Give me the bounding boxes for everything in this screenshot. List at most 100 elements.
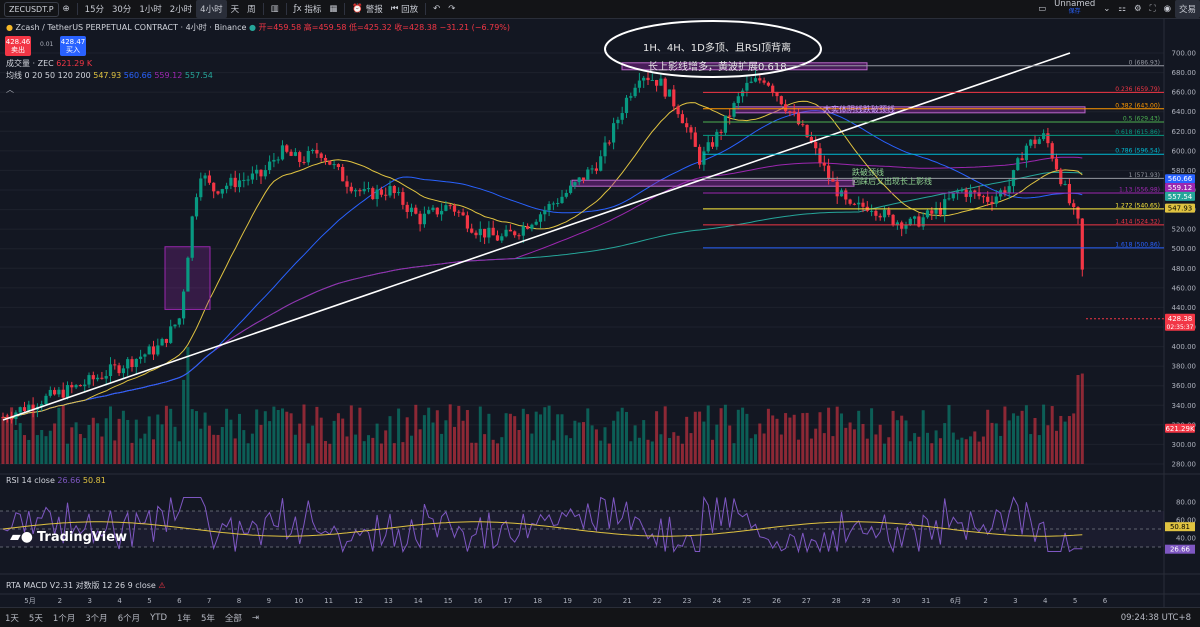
candle-body (577, 177, 581, 183)
alert-button[interactable]: ⏰ 警报 (348, 0, 386, 18)
volume-bar (551, 440, 555, 464)
interval-1d[interactable]: 天 (227, 0, 244, 18)
indicators-button[interactable]: ƒx 指标 (290, 0, 326, 18)
volume-bar (900, 415, 904, 464)
volume-bar (1050, 406, 1054, 464)
candle-body (272, 159, 276, 162)
candle-body (629, 96, 633, 98)
candle-body (285, 145, 289, 152)
volume-bar (87, 424, 91, 464)
volume-bar (1037, 435, 1041, 464)
symbol-title[interactable]: Zcash / TetherUS PERPETUAL CONTRACT · 4小… (16, 23, 247, 32)
redo-icon[interactable]: ↷ (444, 0, 459, 18)
fib-level-label: 1.13 (556.98) (1119, 186, 1160, 193)
volume-bar (48, 430, 52, 464)
volume-bar (805, 412, 809, 464)
interval-1w[interactable]: 周 (243, 0, 260, 18)
templates-icon[interactable]: ▦ (325, 0, 341, 18)
chart-canvas[interactable]: 0 (686.93) 0.236 (659.79) 0.382 (643.00) 0.… (0, 19, 1200, 607)
candle-body (229, 177, 233, 186)
volume-bar (857, 410, 861, 464)
volume-bar (1063, 421, 1067, 464)
add-symbol-icon[interactable]: ⊕ (59, 0, 74, 18)
replay-button[interactable]: ⏮ 回放 (387, 0, 422, 18)
candle-body (538, 214, 543, 222)
volume-bar (259, 424, 263, 464)
layout-name-button[interactable]: Unnamed 保存 (1050, 0, 1099, 18)
candle-body (1020, 158, 1024, 161)
visibility-icon[interactable]: ● (249, 23, 256, 32)
candle-body (594, 168, 598, 171)
candle-body (784, 104, 788, 112)
candle-body (693, 132, 697, 147)
interval-2h[interactable]: 2小时 (166, 0, 196, 18)
candle-body (431, 207, 435, 211)
volume-bar (358, 407, 362, 464)
symbol-search-button[interactable]: ZECUSDT.P (4, 1, 59, 17)
candle-body (427, 210, 431, 214)
snapshot-icon[interactable]: ◉ (1160, 0, 1175, 18)
volume-bar (685, 416, 689, 464)
undo-icon[interactable]: ↶ (429, 0, 444, 18)
range-5y[interactable]: 5年 (196, 612, 220, 624)
interval-4h[interactable]: 4小时 (196, 0, 227, 18)
sell-button[interactable]: 428.46 卖出 (5, 36, 31, 56)
range-3m[interactable]: 3个月 (80, 612, 112, 624)
volume-bar (926, 432, 929, 464)
candle-type-icon[interactable]: ▥ (267, 0, 283, 18)
time-axis-label: 4 (117, 597, 122, 605)
candle-body (612, 123, 616, 143)
volume-bar (672, 432, 676, 464)
candle-body (624, 97, 629, 114)
volume-bar (315, 406, 319, 464)
volume-bar (1024, 405, 1028, 464)
interval-1h[interactable]: 1小时 (135, 0, 165, 18)
candle-body (775, 92, 779, 97)
volume-bar (603, 427, 607, 464)
volume-bar (453, 426, 456, 464)
range-1y[interactable]: 1年 (172, 612, 196, 624)
volume-bar (590, 425, 594, 464)
macd-label: RTA MACD V2.31 对数版 12 26 9 close (6, 581, 156, 590)
settings-icon[interactable]: ⚙ (1130, 0, 1146, 18)
time-axis-label: 4 (1043, 597, 1048, 605)
divider (76, 3, 78, 15)
range-5d[interactable]: 5天 (24, 612, 48, 624)
volume-bar (96, 423, 100, 464)
legend-collapse-icon[interactable]: ︿ (6, 84, 14, 95)
volume-bar (27, 439, 31, 464)
volume-bar (61, 405, 65, 464)
candle-body (332, 164, 336, 166)
object-tree-icon[interactable]: ⚏ (1114, 0, 1130, 18)
fullscreen-icon[interactable]: ⛶ (1146, 0, 1160, 18)
layout-icon[interactable]: ▭ (1034, 0, 1050, 18)
volume-bar (457, 405, 461, 464)
candle-body (960, 189, 964, 192)
interval-30m[interactable]: 30分 (108, 0, 135, 18)
candle-body (633, 87, 637, 97)
buy-button[interactable]: 428.47 买入 (60, 36, 86, 56)
volume-bar (474, 442, 478, 464)
chart-area[interactable]: 0 (686.93) 0.236 (659.79) 0.382 (643.00) 0.… (0, 19, 1200, 607)
volume-bar (302, 404, 306, 464)
volume-bar (371, 437, 375, 464)
range-all[interactable]: 全部 (220, 612, 247, 624)
clock[interactable]: 09:24:38 UTC+8 (1116, 613, 1196, 623)
volume-bar (629, 441, 633, 464)
trade-button[interactable]: 交易 (1174, 0, 1200, 18)
indicators-label: 指标 (304, 5, 322, 15)
range-ytd[interactable]: YTD (145, 613, 172, 623)
layout-menu-icon[interactable]: ⌄ (1099, 0, 1114, 18)
candle-body (139, 356, 143, 359)
range-1d[interactable]: 1天 (0, 612, 24, 624)
range-6m[interactable]: 6个月 (113, 612, 145, 624)
candle-body (366, 188, 371, 190)
candle-body (827, 165, 831, 179)
candle-body (637, 80, 641, 88)
range-1m[interactable]: 1个月 (48, 612, 80, 624)
date-range-icon[interactable]: ⇥ (247, 613, 264, 623)
candle-body (646, 77, 650, 81)
candle-body (900, 222, 904, 229)
interval-15m[interactable]: 15分 (81, 0, 108, 18)
volume-bar (190, 409, 194, 464)
